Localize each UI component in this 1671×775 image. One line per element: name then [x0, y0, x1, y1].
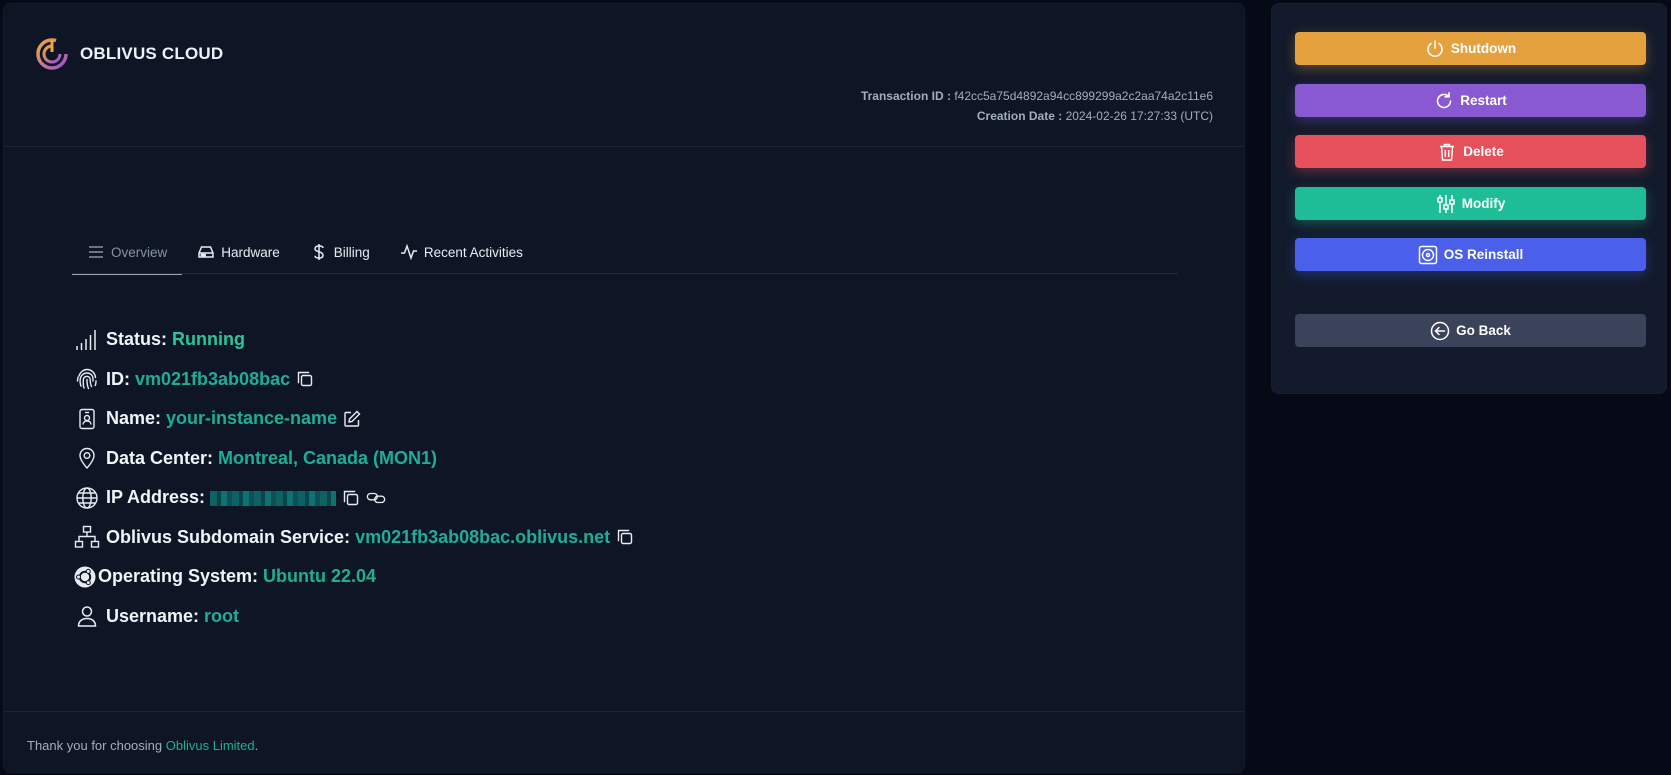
- status-value: Running: [172, 329, 245, 350]
- footer-suffix: .: [254, 738, 259, 753]
- ip-label: IP Address:: [106, 487, 206, 508]
- footer-text: Thank you for choosing Oblivus Limited.: [27, 738, 258, 753]
- delete-label: Delete: [1463, 144, 1504, 159]
- user-icon: [74, 603, 100, 629]
- go-back-label: Go Back: [1456, 323, 1511, 338]
- transaction-id-line: Transaction ID : f42cc5a75d4892a94cc8992…: [861, 86, 1213, 106]
- overview-details: Status: Running ID: vm021fb3ab08bac Name…: [74, 320, 635, 636]
- signal-bars-icon: [74, 327, 100, 353]
- dollar-icon: [310, 243, 328, 261]
- subdomain-value: vm021fb3ab08bac.oblivus.net: [355, 526, 611, 547]
- os-row: Operating System: Ubuntu 22.04: [74, 557, 635, 597]
- brand[interactable]: OBLIVUS CLOUD: [34, 36, 223, 72]
- tab-recent-activities-label: Recent Activities: [423, 244, 523, 260]
- link-icon[interactable]: [366, 488, 386, 508]
- subdomain-row: Oblivus Subdomain Service: vm021fb3ab08b…: [74, 518, 635, 558]
- fingerprint-icon: [74, 366, 100, 392]
- edit-name-icon[interactable]: [342, 409, 362, 429]
- id-value: vm021fb3ab08bac: [135, 368, 291, 389]
- detail-tabs: Overview Hardware Billing Recent Activit…: [72, 230, 1178, 275]
- transaction-info: Transaction ID : f42cc5a75d4892a94cc8992…: [861, 86, 1213, 126]
- footer-company-link[interactable]: Oblivus Limited: [166, 738, 255, 753]
- delete-button[interactable]: Delete: [1295, 135, 1646, 168]
- restart-icon: [1434, 91, 1454, 111]
- tab-hardware-label: Hardware: [221, 244, 280, 260]
- tab-hardware[interactable]: Hardware: [182, 230, 295, 274]
- menu-lines-icon: [87, 243, 105, 261]
- network-diagram-icon: [74, 524, 100, 550]
- power-icon: [1425, 39, 1445, 59]
- ip-value-redacted: [210, 491, 337, 507]
- shutdown-button[interactable]: Shutdown: [1295, 32, 1646, 65]
- restart-button[interactable]: Restart: [1295, 84, 1646, 117]
- badge-person-icon: [74, 406, 100, 432]
- restart-label: Restart: [1460, 93, 1507, 108]
- name-value: your-instance-name: [166, 408, 338, 429]
- tab-recent-activities[interactable]: Recent Activities: [385, 230, 538, 274]
- creation-date-label: Creation Date :: [976, 109, 1063, 123]
- id-row: ID: vm021fb3ab08bac: [74, 360, 635, 400]
- datacenter-label: Data Center:: [106, 447, 214, 468]
- name-label: Name:: [106, 408, 162, 429]
- transaction-id-label: Transaction ID :: [860, 89, 951, 103]
- arrow-left-circle-icon: [1430, 321, 1450, 341]
- creation-date-line: Creation Date : 2024-02-26 17:27:33 (UTC…: [861, 106, 1213, 126]
- modify-label: Modify: [1461, 196, 1506, 211]
- status-label: Status:: [106, 329, 168, 350]
- ubuntu-icon: [74, 564, 96, 590]
- transaction-id-value: f42cc5a75d4892a94cc899299a2c2aa74a2c11e6: [954, 89, 1213, 103]
- ip-row: IP Address:: [74, 478, 635, 518]
- go-back-button[interactable]: Go Back: [1295, 314, 1646, 347]
- trash-icon: [1437, 142, 1457, 162]
- copy-ip-icon[interactable]: [341, 488, 361, 508]
- tab-overview-label: Overview: [111, 244, 168, 260]
- oblivus-logo-icon: [34, 36, 70, 72]
- datacenter-value: Montreal, Canada (MON1): [218, 447, 438, 468]
- os-reinstall-button[interactable]: OS Reinstall: [1295, 238, 1646, 271]
- shutdown-label: Shutdown: [1450, 41, 1517, 56]
- actions-panel: Shutdown Restart Delete Modify OS Reinst…: [1271, 3, 1667, 394]
- subdomain-label: Oblivus Subdomain Service:: [106, 526, 351, 547]
- modify-button[interactable]: Modify: [1295, 187, 1646, 220]
- os-value: Ubuntu 22.04: [263, 566, 377, 587]
- username-value: root: [204, 605, 240, 626]
- hard-drive-icon: [197, 243, 215, 261]
- status-row: Status: Running: [74, 320, 635, 360]
- tab-billing-label: Billing: [333, 244, 370, 260]
- copy-id-icon[interactable]: [295, 369, 315, 389]
- globe-icon: [74, 485, 100, 511]
- sliders-icon: [1436, 194, 1456, 214]
- os-label: Operating System:: [98, 566, 259, 587]
- creation-date-value: 2024-02-26 17:27:33 (UTC): [1065, 109, 1213, 123]
- username-label: Username:: [106, 605, 200, 626]
- map-pin-icon: [74, 445, 100, 471]
- instance-details-panel: OBLIVUS CLOUD Transaction ID : f42cc5a75…: [3, 3, 1245, 773]
- footer: Thank you for choosing Oblivus Limited.: [4, 711, 1244, 773]
- id-label: ID:: [106, 368, 130, 389]
- tab-overview[interactable]: Overview: [72, 230, 183, 275]
- panel-header: OBLIVUS CLOUD Transaction ID : f42cc5a75…: [4, 4, 1244, 147]
- footer-prefix: Thank you for choosing: [27, 738, 166, 753]
- os-reinstall-label: OS Reinstall: [1443, 247, 1524, 262]
- brand-name: OBLIVUS CLOUD: [80, 44, 224, 63]
- activity-pulse-icon: [400, 243, 418, 261]
- disc-icon: [1418, 245, 1438, 265]
- username-row: Username: root: [74, 597, 635, 637]
- name-row: Name: your-instance-name: [74, 399, 635, 439]
- copy-subdomain-icon[interactable]: [615, 527, 635, 547]
- datacenter-row: Data Center: Montreal, Canada (MON1): [74, 439, 635, 479]
- tab-billing[interactable]: Billing: [295, 230, 385, 274]
